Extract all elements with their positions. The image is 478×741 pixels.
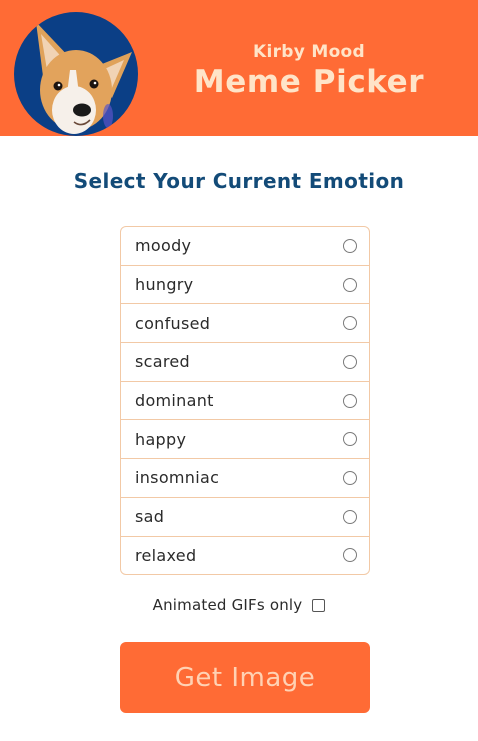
gifs-only-checkbox[interactable] [312,598,326,612]
app-title: Meme Picker [193,64,425,100]
emotion-option-scared[interactable]: scared [121,343,369,382]
emotion-option-confused[interactable]: confused [121,304,369,344]
emotion-label: hungry [135,275,194,295]
radio-button[interactable] [343,470,357,485]
get-image-button[interactable]: Get Image [120,642,370,713]
header-titles: Kirby Mood Meme Picker [150,40,468,100]
emotion-option-hungry[interactable]: hungry [121,266,369,305]
emotion-label: insomniac [135,468,220,488]
corgi-dog-icon [36,22,132,134]
emotion-label: confused [135,313,211,333]
radio-button[interactable] [343,277,357,292]
app-subtitle: Kirby Mood [253,42,365,62]
radio-button[interactable] [343,238,357,253]
radio-button[interactable] [343,354,357,369]
emotion-heading: Select Your Current Emotion [73,169,405,193]
gifs-only-option[interactable]: Animated GIFs only [0,596,478,614]
emotion-label: dominant [135,391,214,411]
emotion-label: moody [135,236,192,256]
emotion-option-relaxed[interactable]: relaxed [121,537,369,575]
emotion-option-moody[interactable]: moody [121,227,369,266]
emotion-option-insomniac[interactable]: insomniac [121,459,369,498]
emotion-option-dominant[interactable]: dominant [121,382,369,421]
radio-button[interactable] [343,548,357,563]
emotion-label: relaxed [135,545,197,565]
radio-button[interactable] [343,316,357,331]
emotion-label: sad [135,507,165,527]
emotion-label: scared [135,352,190,372]
radio-button[interactable] [343,432,357,447]
gifs-only-label: Animated GIFs only [152,596,303,614]
radio-button[interactable] [343,393,357,408]
header-banner: Kirby Mood Meme Picker [0,0,478,136]
emotion-option-sad[interactable]: sad [121,498,369,537]
radio-button[interactable] [343,509,357,524]
emotion-option-happy[interactable]: happy [121,420,369,460]
avatar [14,12,138,136]
emotion-radio-list: moody hungry confused scared dominant ha… [120,226,370,576]
emotion-label: happy [135,429,187,449]
